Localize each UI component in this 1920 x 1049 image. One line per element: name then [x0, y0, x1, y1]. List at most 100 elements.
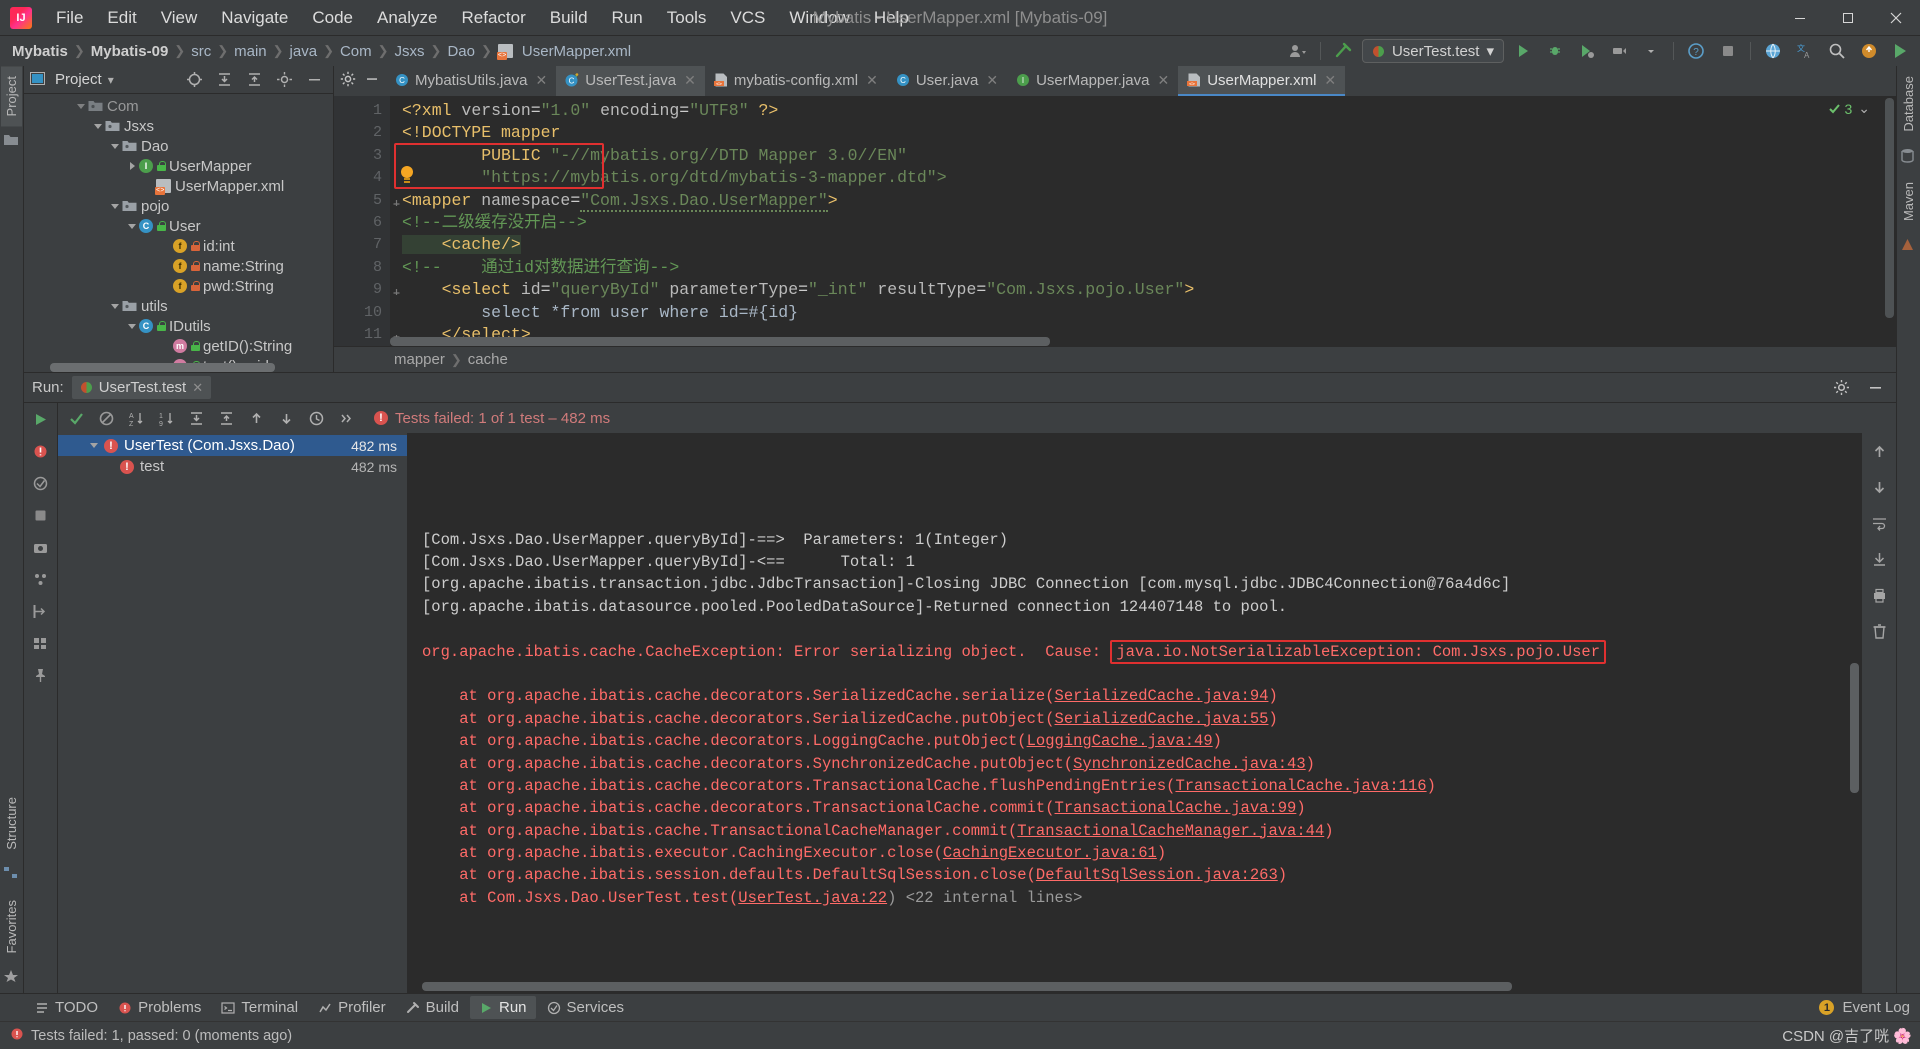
- export-icon[interactable]: [31, 601, 51, 621]
- breadcrumb-java[interactable]: java: [286, 43, 322, 60]
- close-icon[interactable]: ✕: [1157, 72, 1169, 89]
- stop-icon[interactable]: [1715, 39, 1741, 63]
- console-scrollbar-thumb[interactable]: [1850, 663, 1859, 793]
- close-icon[interactable]: ✕: [866, 72, 878, 89]
- code-line[interactable]: <select id="queryById" parameterType="_i…: [402, 279, 1896, 301]
- breadcrumb-mybatis[interactable]: Mybatis: [8, 43, 72, 60]
- test-tree-row[interactable]: ! test 482 ms: [58, 456, 407, 477]
- close-icon[interactable]: ✕: [684, 72, 696, 89]
- breadcrumb-main[interactable]: main: [230, 43, 271, 60]
- editor-breadcrumb-mapper[interactable]: mapper: [394, 351, 445, 368]
- bottom-tab-terminal[interactable]: Terminal: [212, 996, 307, 1019]
- browser-icon[interactable]: [1760, 39, 1786, 63]
- pin-icon[interactable]: [31, 665, 51, 685]
- code-line[interactable]: "https://mybatis.org/dtd/mybatis-3-mappe…: [402, 167, 1896, 189]
- sort-by-duration-icon[interactable]: 19: [156, 408, 176, 428]
- play-store-icon[interactable]: [1888, 39, 1914, 63]
- code-line[interactable]: <mapper namespace="Com.Jsxs.Dao.UserMapp…: [402, 190, 1896, 212]
- console-stacktrace-link[interactable]: LoggingCache.java:49: [1027, 732, 1213, 750]
- minimize-panel-icon[interactable]: [1862, 376, 1888, 400]
- rail-tab-maven[interactable]: Maven: [1898, 172, 1919, 231]
- editor-tab[interactable]: <> UserMapper.xml ✕: [1178, 66, 1346, 96]
- project-tree-item[interactable]: utils: [24, 296, 333, 316]
- chevron-down-icon[interactable]: [109, 140, 122, 153]
- rail-tab-database[interactable]: Database: [1898, 66, 1919, 142]
- editor-tab[interactable]: C MybatisUtils.java ✕: [386, 66, 556, 96]
- project-tree-item[interactable]: Jsxs: [24, 116, 333, 136]
- rail-tab-project[interactable]: Project: [1, 66, 22, 127]
- search-icon[interactable]: [1824, 39, 1850, 63]
- project-tree-item[interactable]: C User: [24, 216, 333, 236]
- hide-editor-icon[interactable]: [364, 71, 380, 92]
- rail-tab-structure[interactable]: Structure: [1, 787, 22, 860]
- project-tree-item[interactable]: Dao: [24, 136, 333, 156]
- breadcrumb-src[interactable]: src: [187, 43, 215, 60]
- hide-panel-icon[interactable]: [301, 68, 327, 92]
- close-icon[interactable]: ✕: [986, 72, 998, 89]
- console-stacktrace-link[interactable]: UserTest.java:22: [738, 889, 887, 907]
- project-settings-icon[interactable]: [271, 68, 297, 92]
- bottom-tab-run[interactable]: Run: [469, 996, 536, 1019]
- chevron-down-icon[interactable]: [126, 220, 139, 233]
- expand-all-icon[interactable]: [186, 408, 206, 428]
- tree-spacer[interactable]: [160, 280, 173, 293]
- menu-analyze[interactable]: Analyze: [365, 2, 449, 34]
- chevron-down-icon[interactable]: [126, 320, 139, 333]
- layout-icon[interactable]: [31, 633, 51, 653]
- rerun-failed-tests-icon[interactable]: [31, 441, 51, 461]
- code-line[interactable]: <!--二级缓存没开启-->: [402, 212, 1896, 234]
- menu-view[interactable]: View: [149, 2, 210, 34]
- menu-run[interactable]: Run: [600, 2, 655, 34]
- editor-horizontal-scrollbar[interactable]: [390, 337, 1050, 346]
- build-hammer-icon[interactable]: [1330, 39, 1356, 63]
- console-horizontal-scrollbar[interactable]: [422, 982, 1512, 991]
- close-icon[interactable]: ✕: [536, 72, 548, 89]
- run-coverage-icon[interactable]: [1574, 39, 1600, 63]
- close-icon[interactable]: ✕: [1324, 72, 1336, 89]
- event-log-label[interactable]: Event Log: [1842, 999, 1910, 1016]
- bottom-tab-services[interactable]: Services: [538, 996, 634, 1019]
- menu-build[interactable]: Build: [538, 2, 600, 34]
- project-tree-item[interactable]: f pwd:String: [24, 276, 333, 296]
- breadcrumb-mybatis-09[interactable]: Mybatis-09: [87, 43, 173, 60]
- stop-icon[interactable]: [31, 505, 51, 525]
- menu-code[interactable]: Code: [300, 2, 365, 34]
- project-tree-item[interactable]: f name:String: [24, 256, 333, 276]
- editor-tab[interactable]: I UserMapper.java ✕: [1007, 66, 1178, 96]
- structure-icon[interactable]: [3, 866, 21, 884]
- sort-alphabetically-icon[interactable]: AZ: [126, 408, 146, 428]
- chevron-down-icon[interactable]: [75, 100, 88, 113]
- code-line[interactable]: select *from user where id=#{id}: [402, 302, 1896, 324]
- update-icon[interactable]: [1856, 39, 1882, 63]
- editor-tab[interactable]: C UserTest.java ✕: [556, 66, 705, 96]
- code-line[interactable]: <!-- 通过id对数据进行查询-->: [402, 257, 1896, 279]
- console-stacktrace-link[interactable]: TransactionalCache.java:99: [1055, 799, 1297, 817]
- hide-ignored-icon[interactable]: [96, 408, 116, 428]
- locate-icon[interactable]: [181, 68, 207, 92]
- chevron-down-icon[interactable]: ▾: [108, 73, 114, 87]
- maven-icon[interactable]: [1900, 237, 1918, 255]
- project-tree-item[interactable]: I UserMapper: [24, 156, 333, 176]
- project-tree-item[interactable]: C IDutils: [24, 316, 333, 336]
- editor-settings-icon[interactable]: [340, 71, 356, 92]
- chevron-down-icon[interactable]: [88, 439, 101, 452]
- run-console-output[interactable]: [Com.Jsxs.Dao.UserMapper.queryById]-==> …: [408, 433, 1862, 993]
- chevron-down-icon[interactable]: [109, 300, 122, 313]
- console-stacktrace-link[interactable]: SynchronizedCache.java:43: [1073, 755, 1306, 773]
- editor-tab[interactable]: <> mybatis-config.xml ✕: [705, 66, 887, 96]
- next-failed-icon[interactable]: [276, 408, 296, 428]
- scroll-to-end-icon[interactable]: [1869, 549, 1889, 569]
- run-configuration-selector[interactable]: UserTest.test ▾: [1361, 39, 1504, 63]
- print-icon[interactable]: [1869, 585, 1889, 605]
- show-passed-icon[interactable]: [66, 408, 86, 428]
- scroll-up-icon[interactable]: [1869, 441, 1889, 461]
- chevron-down-icon[interactable]: [109, 200, 122, 213]
- console-stacktrace-link[interactable]: TransactionalCacheManager.java:44: [1017, 822, 1324, 840]
- code-line[interactable]: <cache/>: [402, 234, 1896, 256]
- clear-all-icon[interactable]: [1869, 621, 1889, 641]
- close-button[interactable]: [1872, 0, 1920, 36]
- code-editor[interactable]: 123456789101112 <?xml version="1.0" enco…: [334, 96, 1896, 346]
- run-icon[interactable]: [1510, 39, 1536, 63]
- minimize-button[interactable]: [1776, 0, 1824, 36]
- scrollbar-thumb[interactable]: [1885, 98, 1894, 318]
